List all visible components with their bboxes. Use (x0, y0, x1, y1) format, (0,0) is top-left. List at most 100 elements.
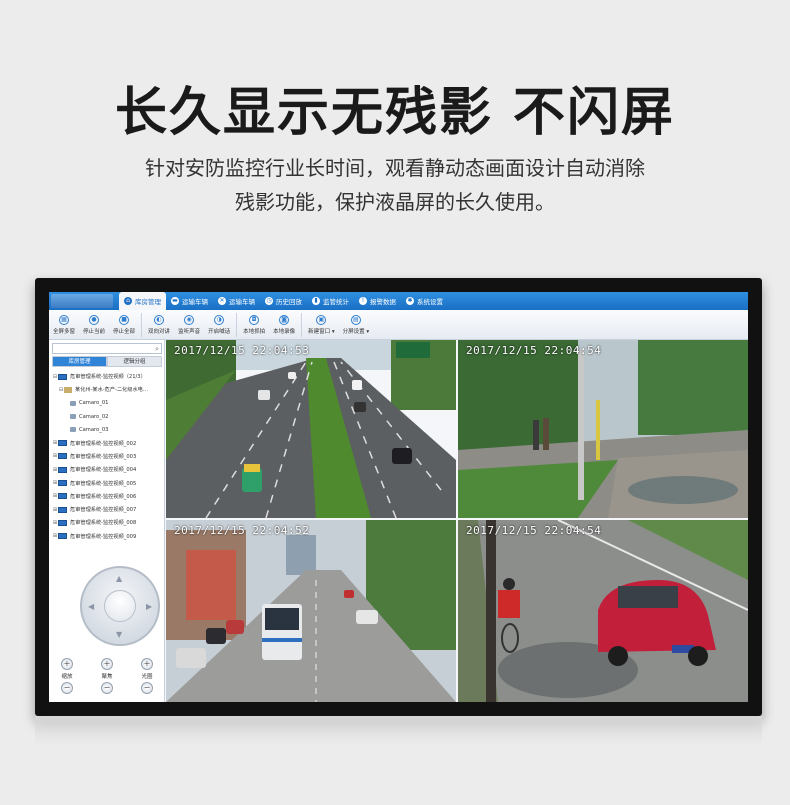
monitor-frame: ⌂ 库房管理 ▬ 运输车辆 ✕ 运输车辆 ◷ 历史回放 ▮ 监管统计 ! 报警数据 ✱ 系统设… (35, 278, 762, 716)
video-feed-3[interactable]: 2017/12/15 22:04:52 (166, 520, 456, 702)
hero-title: 长久显示无残影 不闪屏 (114, 83, 676, 143)
grid-icon: ▦ (59, 315, 69, 325)
menu-transport-vehicles-2[interactable]: ✕ 运输车辆 (213, 292, 260, 310)
focus-in-button[interactable]: + (101, 658, 113, 670)
focus-out-button[interactable]: − (101, 682, 113, 694)
tree-group[interactable]: ⊞ 危审管理系统-监控视频_006 (52, 490, 164, 503)
tree-camera[interactable]: Camaro_03 (52, 423, 164, 436)
iris-close-button[interactable]: − (141, 682, 153, 694)
stop-all-icon: ■ (119, 315, 130, 325)
listen-sound-button[interactable]: ◉ 监听声音 (174, 310, 204, 340)
menu-transport-vehicles[interactable]: ▬ 运输车辆 (166, 292, 213, 310)
split-settings-dropdown[interactable]: ▤ 分屏设置 ▾ (339, 310, 374, 340)
zoom-in-button[interactable]: + (61, 658, 73, 670)
zoom-out-button[interactable]: − (61, 682, 73, 694)
monitor-reflection (35, 716, 762, 746)
tree-label: Camaro_01 (79, 400, 109, 407)
open-broadcast-button[interactable]: ◑ 开启喊话 (204, 310, 234, 340)
tool-label: 双向对讲 (148, 329, 171, 335)
tree-group[interactable]: ⊞ 危审管理系统-监控视频_008 (52, 516, 164, 529)
menu-warehouse[interactable]: ⌂ 库房管理 (119, 292, 166, 310)
tree-group[interactable]: ⊞ 危审管理系统-监控视频_002 (52, 436, 164, 449)
local-capture-button[interactable]: ◘ 本地抓拍 (239, 310, 269, 340)
tree-group[interactable]: ⊞ 危审管理系统-监控视频_005 (52, 476, 164, 489)
monitor-icon (58, 453, 67, 460)
two-way-talk-button[interactable]: ◐ 双向对讲 (144, 310, 174, 340)
hero-subtitle-line1: 针对安防监控行业长时间，观看静动态画面设计自动消除 (145, 156, 645, 180)
tab-logic-group[interactable]: 逻辑分组 (107, 356, 162, 367)
tool-label: 新建窗口 ▾ (308, 329, 335, 335)
tree-label: 某化州-某水-危产-二化级水电… (75, 387, 149, 394)
arrow-down-icon[interactable]: ▼ (116, 630, 122, 639)
main-menu: ⌂ 库房管理 ▬ 运输车辆 ✕ 运输车辆 ◷ 历史回放 ▮ 监管统计 ! 报警数据 ✱ 系统设… (119, 292, 448, 310)
video-feed-1[interactable]: 2017/12/15 22:04:53 (166, 340, 456, 518)
record-icon: ◙ (279, 315, 290, 325)
iris-open-button[interactable]: + (141, 658, 153, 670)
broadcast-icon: ◑ (214, 315, 225, 325)
new-window-dropdown[interactable]: ▣ 新建窗口 ▾ (304, 310, 339, 340)
menu-alarm-data[interactable]: ! 报警数据 (354, 292, 401, 310)
tree-group[interactable]: ⊞ 危审管理系统-监控视频_009 (52, 530, 164, 543)
stop-icon: ● (89, 315, 100, 325)
truck-icon: ▬ (171, 297, 179, 305)
alarm-icon: ! (359, 297, 367, 305)
street-corner-scene (458, 340, 748, 518)
menu-label: 历史回放 (276, 298, 302, 306)
toolbar-divider (236, 313, 238, 337)
menu-system-settings[interactable]: ✱ 系统设置 (401, 292, 448, 310)
menu-label: 运输车辆 (229, 298, 255, 306)
tree-label: 危审管理系统-监控视频_003 (70, 453, 137, 460)
tree-label: 危审管理系统-监控视频_005 (70, 480, 137, 487)
tool-label: 开启喊话 (208, 329, 231, 335)
arrow-up-icon[interactable]: ▲ (116, 574, 122, 583)
device-search-input[interactable]: ⌕ (52, 343, 162, 354)
video-timestamp: 2017/12/15 22:04:54 (466, 524, 602, 537)
warehouse-icon: ⌂ (124, 297, 132, 305)
tree-group[interactable]: ⊞ 危审管理系统-监控视频_004 (52, 463, 164, 476)
tree-group[interactable]: ⊞ 危审管理系统-监控视频_003 (52, 450, 164, 463)
tools-icon: ✕ (218, 297, 226, 305)
video-feed-4[interactable]: 2017/12/15 22:04:54 (458, 520, 748, 702)
search-icon[interactable]: ⌕ (155, 345, 159, 354)
tool-label: 全屏多窗 (53, 329, 76, 335)
stop-current-button[interactable]: ● 停止当前 (79, 310, 109, 340)
tree-camera[interactable]: Camaro_01 (52, 397, 164, 410)
local-record-button[interactable]: ◙ 本地录像 (269, 310, 299, 340)
tree-label: 危审管理系统-监控视频_002 (70, 440, 137, 447)
tab-warehouse[interactable]: 库房管理 (52, 356, 107, 367)
arrow-right-icon[interactable]: ▶ (146, 602, 152, 611)
menu-label: 监管统计 (323, 298, 349, 306)
menu-statistics[interactable]: ▮ 监管统计 (307, 292, 354, 310)
speaker-icon: ◉ (184, 315, 195, 325)
ptz-direction-pad[interactable]: ▲ ▼ ◀ ▶ (80, 566, 160, 646)
video-timestamp: 2017/12/15 22:04:52 (174, 524, 310, 537)
split-icon: ▤ (350, 315, 361, 325)
tree-root[interactable]: ⊟ 危审管理系统-监控视频（21/3） (52, 370, 164, 383)
tree-label: 危审管理系统-监控视频_009 (70, 533, 137, 540)
arrow-left-icon[interactable]: ◀ (88, 602, 94, 611)
hero-subtitle-line2: 残影功能，保护液晶屏的长久使用。 (235, 190, 555, 214)
tree-camera[interactable]: Camaro_02 (52, 410, 164, 423)
focus-control: + 聚焦 − (101, 658, 113, 694)
monitor-icon (58, 480, 67, 487)
menu-history-playback[interactable]: ◷ 历史回放 (260, 292, 307, 310)
tool-label: 停止全部 (113, 329, 136, 335)
tree-sub[interactable]: ⊟ 某化州-某水-危产-二化级水电… (52, 383, 164, 396)
tool-label: 监听声音 (178, 329, 201, 335)
stop-all-button[interactable]: ■ 停止全部 (109, 310, 139, 340)
ptz-center-button[interactable] (104, 590, 136, 622)
menu-label: 报警数据 (370, 298, 396, 306)
app-menubar: ⌂ 库房管理 ▬ 运输车辆 ✕ 运输车辆 ◷ 历史回放 ▮ 监管统计 ! 报警数据 ✱ 系统设… (49, 292, 748, 310)
camera-icon (70, 427, 76, 433)
zoom-control: + 缩放 − (61, 658, 73, 694)
toolbar-divider (141, 313, 143, 337)
full-multi-window-button[interactable]: ▦ 全屏多窗 (49, 310, 79, 340)
tree-group[interactable]: ⊞ 危审管理系统-监控视频_007 (52, 503, 164, 516)
camera-icon (70, 400, 76, 406)
talk-icon: ◐ (154, 315, 165, 325)
tree-label: 危审管理系统-监控视频_007 (70, 507, 137, 514)
gear-icon: ✱ (406, 297, 414, 305)
video-feed-2[interactable]: 2017/12/15 22:04:54 (458, 340, 748, 518)
city-street-scene (166, 520, 456, 702)
monitor-icon (58, 440, 67, 447)
